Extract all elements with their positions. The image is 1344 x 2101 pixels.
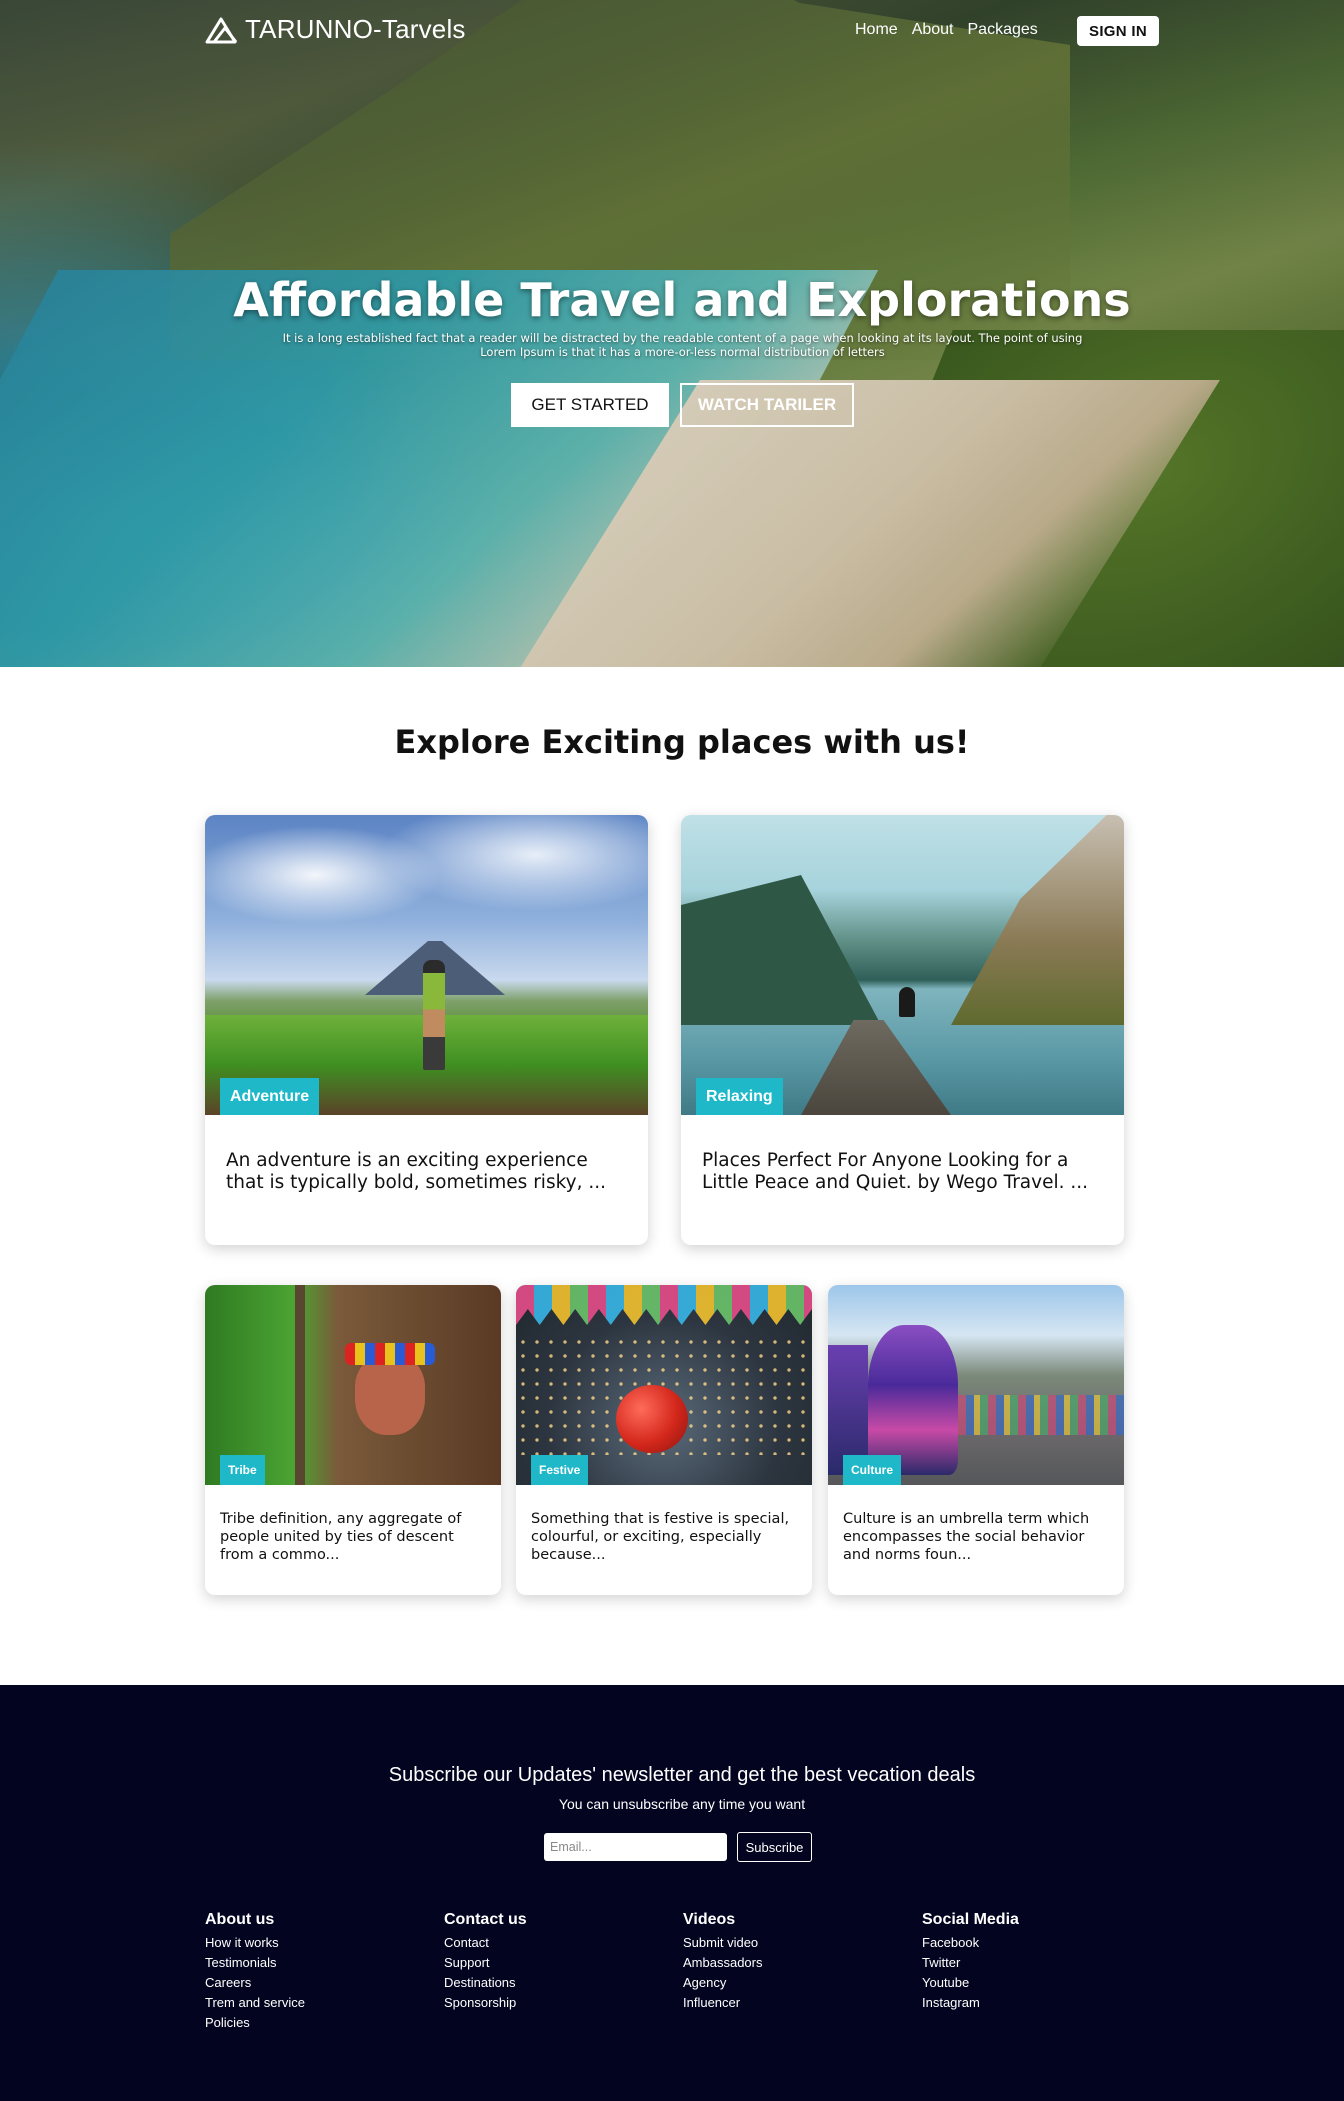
footer-link-facebook[interactable]: Facebook [922,1933,1019,1953]
person-figure [899,987,915,1017]
card-relaxing[interactable]: Relaxing Places Perfect For Anyone Looki… [681,815,1124,1245]
footer-heading: Social Media [922,1911,1019,1928]
bunting-flags [516,1285,812,1325]
footer-link[interactable]: Sponsorship [444,1993,527,2013]
footer-link-twitter[interactable]: Twitter [922,1953,1019,1973]
relaxing-image [681,815,1124,1115]
email-input[interactable] [544,1833,727,1861]
footer-link[interactable]: Testimonials [205,1953,305,1973]
right-mountain-shape [951,815,1124,1025]
footer-link[interactable]: Trem and service [205,1993,305,2013]
footer-link[interactable]: Submit video [683,1933,762,1953]
hero-section: TARUNNO-Tarvels Home About Packages SIGN… [0,0,1344,667]
card-description: Culture is an umbrella term which encomp… [843,1511,1090,1563]
footer-link[interactable]: Influencer [683,1993,762,2013]
category-tag[interactable]: Tribe [220,1455,265,1485]
footer: Subscribe our Updates' newsletter and ge… [0,1685,1344,2101]
crowd-shape [958,1395,1124,1435]
card-tribe[interactable]: Tribe Tribe definition, any aggregate of… [205,1285,501,1595]
footer-heading: About us [205,1911,275,1928]
card-description: Tribe definition, any aggregate of peopl… [220,1511,462,1563]
newsletter-subtitle: You can unsubscribe any time you want [558,1796,806,1812]
footer-link[interactable]: Agency [683,1973,762,1993]
footer-column-contact: Contact us Contact Support Destinations … [444,1911,527,2013]
watch-trailer-button[interactable]: WATCH TARILER [680,383,854,427]
footer-link[interactable]: Support [444,1953,527,1973]
top-navbar: TARUNNO-Tarvels Home About Packages SIGN… [0,0,1344,60]
sign-in-button[interactable]: SIGN IN [1077,16,1159,46]
category-tag[interactable]: Festive [531,1455,589,1485]
card-description: Something that is festive is special, co… [531,1511,790,1563]
apple-shape [616,1385,688,1453]
footer-link[interactable]: Careers [205,1973,305,1993]
headband-shape [345,1343,435,1365]
get-started-button[interactable]: GET STARTED [511,383,669,427]
footer-link[interactable]: Ambassadors [683,1953,762,1973]
dancer-shape [868,1325,958,1475]
footer-heading: Contact us [444,1911,527,1928]
nav-link-packages[interactable]: Packages [968,21,1038,39]
brand-name: TARUNNO-Tarvels [245,14,466,44]
card-description: Places Perfect For Anyone Looking for a … [702,1150,1089,1193]
footer-column-videos: Videos Submit video Ambassadors Agency I… [683,1911,762,2013]
card-adventure[interactable]: Adventure An adventure is an exciting ex… [205,815,648,1245]
dock-shape [801,1020,951,1115]
footer-link-instagram[interactable]: Instagram [922,1993,1019,2013]
pole-shape [295,1285,305,1485]
footer-link[interactable]: Contact [444,1933,527,1953]
brand-logo[interactable]: TARUNNO-Tarvels [205,14,466,45]
category-tag[interactable]: Adventure [220,1078,320,1115]
mountain-logo-icon [205,17,238,43]
adventure-image [205,815,648,1115]
left-mountain-shape [681,875,881,1025]
hiker-figure [423,960,445,1070]
footer-link[interactable]: Policies [205,2013,305,2033]
footer-column-about: About us How it works Testimonials Caree… [205,1911,305,2033]
subscribe-button[interactable]: Subscribe [737,1832,812,1862]
newsletter-title: Subscribe our Updates' newsletter and ge… [388,1764,976,1786]
category-tag[interactable]: Culture [843,1455,901,1485]
footer-link[interactable]: How it works [205,1933,305,1953]
card-description: An adventure is an exciting experience t… [226,1150,606,1193]
nav-link-about[interactable]: About [912,21,954,39]
footer-column-social: Social Media Facebook Twitter Youtube In… [922,1911,1019,2013]
card-culture[interactable]: Culture Culture is an umbrella term whic… [828,1285,1124,1595]
face-shape [355,1355,425,1435]
footer-link[interactable]: Destinations [444,1973,527,1993]
nav-links: Home About Packages [855,21,1038,39]
hero-subtitle: It is a long established fact that a rea… [282,331,1083,359]
explore-heading: Explore Exciting places with us! [394,723,970,761]
footer-link-youtube[interactable]: Youtube [922,1973,1019,1993]
footer-heading: Videos [683,1911,736,1928]
hero-title: Affordable Travel and Explorations [233,273,1131,327]
category-tag[interactable]: Relaxing [696,1078,783,1115]
nav-link-home[interactable]: Home [855,21,898,39]
card-festive[interactable]: Festive Something that is festive is spe… [516,1285,812,1595]
